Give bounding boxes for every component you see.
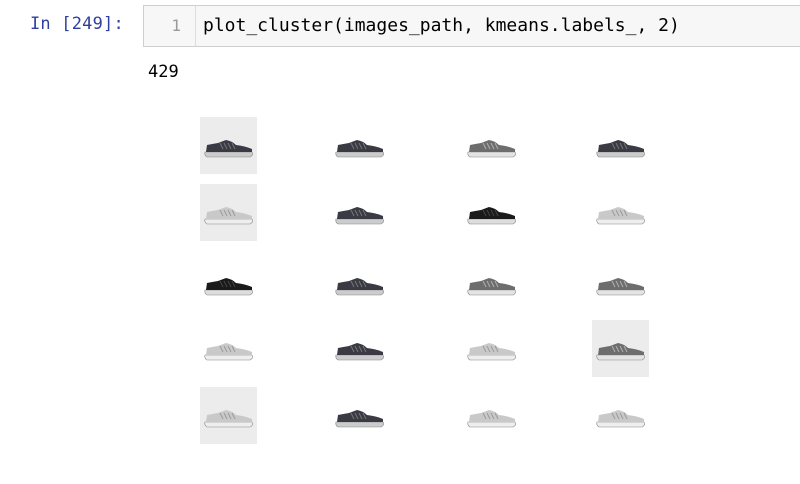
speckled-running-shoe-icon xyxy=(463,117,520,174)
striped-sneaker-icon xyxy=(331,320,388,377)
dark-running-shoe-icon xyxy=(331,387,388,444)
black-sneaker-icon xyxy=(200,255,257,312)
white-sneaker-icon xyxy=(200,184,257,241)
white-running-shoe-icon xyxy=(592,387,649,444)
grey-running-shoe-icon xyxy=(463,255,520,312)
dark-sneaker-icon xyxy=(200,117,257,174)
dark-sneaker-icon xyxy=(331,255,388,312)
dark-running-shoe-icon xyxy=(592,117,649,174)
black-sneaker-icon xyxy=(463,184,520,241)
white-running-shoe-icon xyxy=(463,320,520,377)
speckled-running-shoe-icon xyxy=(592,255,649,312)
grey-running-shoe-icon xyxy=(463,387,520,444)
code-input-area[interactable]: 1 plot_cluster(images_path, kmeans.label… xyxy=(143,5,800,47)
line-number-gutter: 1 xyxy=(144,6,196,46)
dark-running-shoe-icon xyxy=(331,184,388,241)
white-running-shoe-icon xyxy=(592,184,649,241)
output-text: 429 xyxy=(148,62,179,82)
grey-running-shoe-icon xyxy=(592,320,649,377)
cluster-image-grid xyxy=(0,0,800,484)
dark-running-shoe-icon xyxy=(331,117,388,174)
input-prompt: In [249]: xyxy=(30,14,124,34)
code-line[interactable]: plot_cluster(images_path, kmeans.labels_… xyxy=(203,15,680,36)
grey-running-shoe-icon xyxy=(200,320,257,377)
line-number: 1 xyxy=(171,16,181,35)
white-sneaker-icon xyxy=(200,387,257,444)
